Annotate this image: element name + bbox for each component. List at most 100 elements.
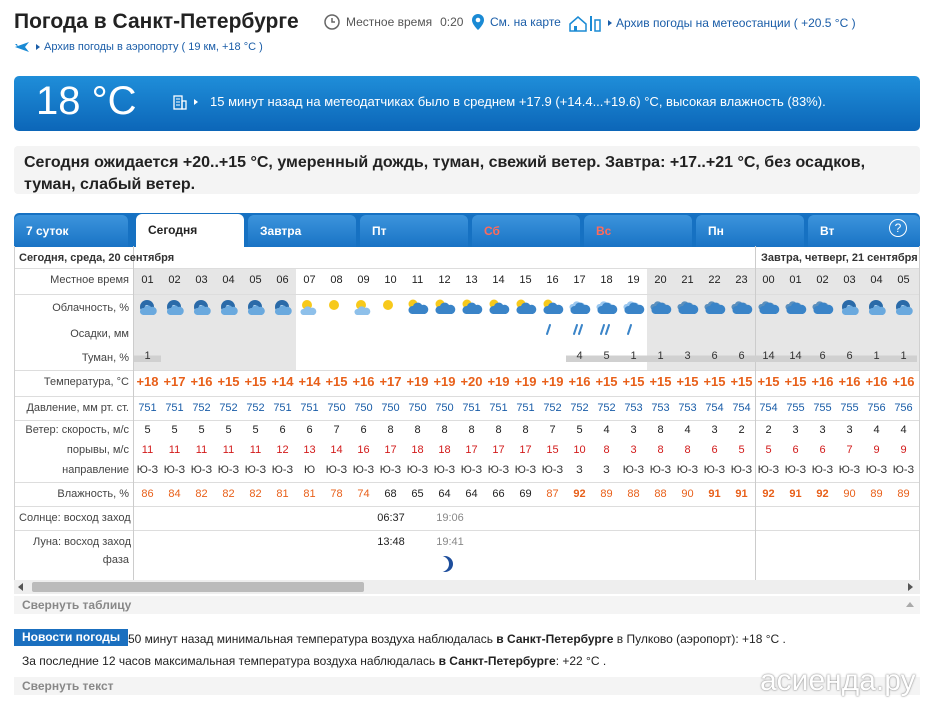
pressure-value: 751 — [516, 402, 535, 414]
temperature-value: +16 — [892, 374, 915, 389]
tab-saturday[interactable]: Сб — [472, 215, 580, 247]
humidity-value: 86 — [141, 488, 154, 500]
weather-sun-cloud-icon — [404, 298, 431, 319]
temperature-value: +19 — [433, 374, 456, 389]
wind-direction-value: Ю-З — [406, 464, 429, 476]
hour-cell: 08 — [330, 274, 343, 286]
wind-direction-value: Ю-З — [487, 464, 510, 476]
row-label-sun: Солнце: восход заход — [19, 512, 131, 524]
scrollbar-thumb[interactable] — [32, 582, 364, 592]
wind-direction-value: Ю-З — [352, 464, 375, 476]
wind-gust-value: 12 — [276, 444, 289, 456]
wind-gust-value: 11 — [168, 444, 181, 456]
weather-night-partly-icon — [188, 298, 215, 319]
scroll-right-icon[interactable] — [908, 583, 913, 591]
wind-gust-value: 13 — [303, 444, 316, 456]
wind-gust-value: 18 — [438, 444, 451, 456]
wind-direction-value: Ю — [303, 464, 316, 476]
humidity-value: 69 — [519, 488, 532, 500]
temperature-value: +15 — [757, 374, 780, 389]
wind-gust-value: 6 — [792, 444, 799, 456]
pressure-value: 753 — [651, 402, 670, 414]
pressure-value: 752 — [219, 402, 238, 414]
wind-speed-value: 5 — [144, 424, 151, 436]
wind-speed-value: 4 — [900, 424, 907, 436]
wind-gust-value: 9 — [900, 444, 907, 456]
weather-night-cloudy-icon — [782, 298, 809, 319]
wind-direction-value: Ю-З — [379, 464, 402, 476]
wind-direction-value: Ю-З — [541, 464, 564, 476]
collapse-up-icon[interactable] — [906, 602, 914, 607]
row-separator — [15, 268, 919, 269]
wind-direction-value: Ю-З — [190, 464, 213, 476]
station-archive-text[interactable]: Архив погоды на метеостанции ( +20.5 °C … — [616, 16, 856, 30]
pressure-value: 755 — [786, 402, 805, 414]
station-archive-link[interactable]: Архив погоды на метеостанции ( +20.5 °C … — [568, 14, 856, 32]
day-tabs: 7 суток Сегодня Завтра Пт Сб Вс Пн Вт ? — [14, 213, 920, 247]
weather-sun-icon — [377, 298, 404, 319]
forecast-table: Сегодня, среда, 20 сентября Завтра, четве… — [14, 246, 920, 580]
hour-cell: 02 — [168, 274, 181, 286]
wind-gust-value: 17 — [519, 444, 532, 456]
wind-gust-value: 6 — [819, 444, 826, 456]
tab-monday[interactable]: Пн — [696, 215, 804, 247]
wind-direction-value: Ю-З — [163, 464, 186, 476]
weather-night-cloudy-icon — [647, 298, 674, 319]
temperature-value: +14 — [298, 374, 321, 389]
hour-cell: 04 — [870, 274, 883, 286]
wind-speed-value: 5 — [171, 424, 178, 436]
wind-speed-value: 6 — [360, 424, 367, 436]
hour-cell: 07 — [303, 274, 316, 286]
row-label-pressure: Давление, мм рт. ст. — [26, 402, 129, 414]
map-link-text[interactable]: См. на карте — [490, 15, 561, 29]
hour-cell: 02 — [816, 274, 829, 286]
hour-cell: 20 — [654, 274, 667, 286]
tab-friday[interactable]: Пт — [360, 215, 468, 247]
temperature-value: +16 — [190, 374, 213, 389]
fog-value: 1 — [890, 350, 917, 362]
wind-direction-value: Ю-З — [757, 464, 780, 476]
fog-value: 14 — [782, 350, 809, 362]
wind-speed-value: 8 — [387, 424, 394, 436]
scroll-left-icon[interactable] — [18, 583, 23, 591]
pressure-value: 750 — [381, 402, 400, 414]
hour-cell: 03 — [843, 274, 856, 286]
temperature-value: +15 — [217, 374, 240, 389]
wind-gust-value: 11 — [222, 444, 235, 456]
wind-direction-value: Ю-З — [838, 464, 861, 476]
airport-archive-text[interactable]: Архив погоды в аэропорту ( 19 км, +18 °C… — [44, 41, 263, 53]
collapse-table-link[interactable]: Свернуть таблицу — [14, 596, 920, 614]
weather-night-partly-icon — [134, 298, 161, 319]
tab-7-days[interactable]: 7 суток — [14, 215, 128, 247]
wind-direction-value: Ю-З — [892, 464, 915, 476]
tab-today[interactable]: Сегодня — [136, 214, 244, 247]
tab-tomorrow[interactable]: Завтра — [248, 215, 356, 247]
wind-direction-value: Ю-З — [325, 464, 348, 476]
wind-speed-value: 5 — [198, 424, 205, 436]
pressure-value: 751 — [138, 402, 157, 414]
help-icon[interactable]: ? — [889, 219, 907, 237]
row-label-humidity: Влажность, % — [57, 488, 129, 500]
weather-night-partly-icon — [215, 298, 242, 319]
pressure-value: 750 — [354, 402, 373, 414]
weather-cloudy-icon — [593, 298, 620, 319]
table-scrollbar[interactable] — [14, 580, 920, 594]
airplane-icon — [15, 42, 29, 52]
hour-cell: 05 — [897, 274, 910, 286]
map-link[interactable]: См. на карте — [472, 14, 561, 30]
weather-night-cloudy-icon — [728, 298, 755, 319]
wind-direction-value: Ю-З — [811, 464, 834, 476]
current-temperature: 18 °C — [36, 79, 137, 123]
wind-speed-value: 7 — [333, 424, 340, 436]
wind-gust-value: 8 — [657, 444, 664, 456]
tab-sunday[interactable]: Вс — [584, 215, 692, 247]
wind-speed-value: 8 — [414, 424, 421, 436]
pressure-value: 750 — [327, 402, 346, 414]
wind-speed-value: 3 — [630, 424, 637, 436]
pressure-value: 754 — [732, 402, 751, 414]
wind-gust-value: 8 — [684, 444, 691, 456]
airport-archive-link[interactable]: Архив погоды в аэропорту ( 19 км, +18 °C… — [14, 40, 263, 54]
rain-drops-icon — [539, 322, 566, 341]
weather-cloudy-icon — [620, 298, 647, 319]
weather-night-cloudy-icon — [701, 298, 728, 319]
